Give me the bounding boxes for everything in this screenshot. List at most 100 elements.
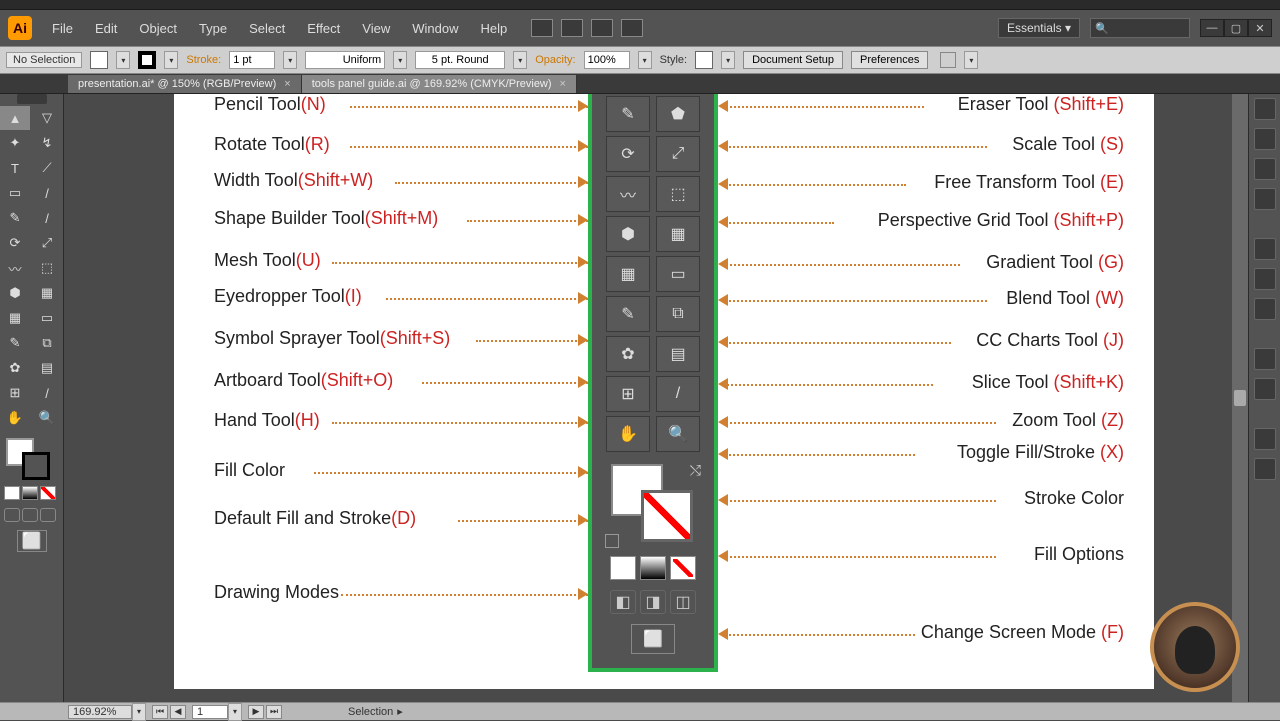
menu-file[interactable]: File: [42, 17, 83, 40]
menu-edit[interactable]: Edit: [85, 17, 127, 40]
brush-input[interactable]: [415, 51, 505, 69]
last-artboard-button[interactable]: ⏭: [266, 705, 282, 719]
document-setup-button[interactable]: Document Setup: [743, 51, 843, 69]
draw-normal-icon[interactable]: [4, 508, 20, 522]
column-graph-tool[interactable]: ▤: [32, 356, 62, 380]
artboards-panel-icon[interactable]: [1254, 458, 1276, 480]
lasso-tool[interactable]: ↯: [32, 131, 62, 155]
selection-tool[interactable]: ▲: [0, 106, 30, 130]
zoom-level[interactable]: 169.92%: [68, 705, 132, 719]
menu-select[interactable]: Select: [239, 17, 295, 40]
maximize-button[interactable]: ▢: [1224, 19, 1248, 37]
graphic-styles-panel-icon[interactable]: [1254, 378, 1276, 400]
brush-drop[interactable]: ▾: [513, 51, 527, 69]
transparency-panel-icon[interactable]: [1254, 298, 1276, 320]
slice-tool[interactable]: /: [32, 381, 62, 405]
artboard-tool[interactable]: ⊞: [0, 381, 30, 405]
artboard-dropdown[interactable]: ▾: [228, 703, 242, 721]
pencil-tool[interactable]: /: [32, 206, 62, 230]
vertical-scrollbar[interactable]: [1232, 94, 1248, 702]
mesh-tool[interactable]: ▦: [0, 306, 30, 330]
doc-tab-presentation[interactable]: presentation.ai* @ 150% (RGB/Preview) ×: [68, 75, 302, 93]
appearance-panel-icon[interactable]: [1254, 348, 1276, 370]
artboard-number[interactable]: 1: [192, 705, 228, 719]
fill-none-mode[interactable]: [40, 486, 56, 500]
symbol-sprayer-tool[interactable]: ✿: [0, 356, 30, 380]
direct-selection-tool[interactable]: ▽: [32, 106, 62, 130]
style-drop[interactable]: ▾: [721, 51, 735, 69]
menu-view[interactable]: View: [352, 17, 400, 40]
align-drop[interactable]: ▾: [964, 51, 978, 69]
gradient-panel-icon[interactable]: [1254, 268, 1276, 290]
fill-stroke-control[interactable]: [0, 434, 63, 484]
gpu-toggle-icon[interactable]: [531, 19, 553, 37]
rotate-tool[interactable]: ⟳: [0, 231, 30, 255]
line-tool[interactable]: /: [32, 181, 62, 205]
type-tool[interactable]: ▭: [0, 181, 30, 205]
pen-tool[interactable]: T: [0, 156, 30, 180]
stroke-profile-input[interactable]: [305, 51, 385, 69]
menu-type[interactable]: Type: [189, 17, 237, 40]
align-button[interactable]: [940, 52, 956, 68]
paintbrush-tool[interactable]: ✎: [0, 206, 30, 230]
draw-behind-icon[interactable]: [22, 508, 38, 522]
panel-grip[interactable]: [17, 94, 47, 104]
doc-tab-tools-guide[interactable]: tools panel guide.ai @ 169.92% (CMYK/Pre…: [302, 75, 577, 93]
perspective-tool[interactable]: ▦: [32, 281, 62, 305]
brushes-panel-icon[interactable]: [1254, 158, 1276, 180]
stroke-weight-drop[interactable]: ▾: [283, 51, 297, 69]
fill-dropdown[interactable]: ▾: [116, 51, 130, 69]
menu-effect[interactable]: Effect: [297, 17, 350, 40]
opacity-input[interactable]: [584, 51, 630, 69]
magic-wand-tool[interactable]: ✦: [0, 131, 30, 155]
minimize-button[interactable]: —: [1200, 19, 1224, 37]
fill-gradient-mode[interactable]: [22, 486, 38, 500]
draw-inside-icon[interactable]: [40, 508, 56, 522]
close-button[interactable]: ✕: [1248, 19, 1272, 37]
width-tool[interactable]: 〰: [0, 256, 30, 280]
swatches-panel-icon[interactable]: [1254, 128, 1276, 150]
stroke-weight-input[interactable]: [229, 51, 275, 69]
search-input[interactable]: 🔍: [1090, 18, 1190, 38]
close-icon[interactable]: ×: [284, 78, 290, 90]
scale-tool[interactable]: ⤢: [32, 231, 62, 255]
stroke-profile-drop[interactable]: ▾: [393, 51, 407, 69]
sync-icon[interactable]: [621, 19, 643, 37]
gradient-tool[interactable]: ▭: [32, 306, 62, 330]
hand-tool[interactable]: ✋: [0, 406, 30, 430]
stroke-box[interactable]: [22, 452, 50, 480]
free-transform-tool[interactable]: ⬚: [32, 256, 62, 280]
zoom-dropdown[interactable]: ▾: [132, 703, 146, 721]
screen-mode-button[interactable]: ⬜: [17, 530, 47, 552]
zoom-tool[interactable]: 🔍: [32, 406, 62, 430]
layers-panel-icon[interactable]: [1254, 428, 1276, 450]
canvas-area[interactable]: ✎⬟⟳⤢〰⬚⬢▦▦▭✎⧉✿▤⊞/✋🔍⤭◧◨◫⬜Pencil Tool(N)Rot…: [64, 94, 1248, 702]
doc-mode-icon[interactable]: [561, 19, 583, 37]
eyedropper-tool[interactable]: ✎: [0, 331, 30, 355]
fill-color-mode[interactable]: [4, 486, 20, 500]
workspace-switcher[interactable]: Essentials ▾: [998, 18, 1080, 38]
status-dropdown-icon[interactable]: ▸: [397, 705, 403, 718]
stroke-dropdown[interactable]: ▾: [164, 51, 178, 69]
first-artboard-button[interactable]: ⏮: [152, 705, 168, 719]
stroke-panel-icon[interactable]: [1254, 238, 1276, 260]
blend-tool[interactable]: ⧉: [32, 331, 62, 355]
stroke-swatch[interactable]: [138, 51, 156, 69]
menu-object[interactable]: Object: [129, 17, 187, 40]
scrollbar-thumb[interactable]: [1234, 390, 1246, 406]
color-panel-icon[interactable]: [1254, 98, 1276, 120]
panel-tool-icon: ✋: [606, 416, 650, 452]
symbols-panel-icon[interactable]: [1254, 188, 1276, 210]
opacity-drop[interactable]: ▾: [638, 51, 652, 69]
menu-help[interactable]: Help: [470, 17, 517, 40]
arrange-docs-icon[interactable]: [591, 19, 613, 37]
curvature-tool[interactable]: ⟋: [32, 156, 62, 180]
shape-builder-tool[interactable]: ⬢: [0, 281, 30, 305]
fill-swatch[interactable]: [90, 51, 108, 69]
style-swatch[interactable]: [695, 51, 713, 69]
prev-artboard-button[interactable]: ◀: [170, 705, 186, 719]
preferences-button[interactable]: Preferences: [851, 51, 928, 69]
next-artboard-button[interactable]: ▶: [248, 705, 264, 719]
menu-window[interactable]: Window: [402, 17, 468, 40]
close-icon[interactable]: ×: [560, 78, 566, 90]
